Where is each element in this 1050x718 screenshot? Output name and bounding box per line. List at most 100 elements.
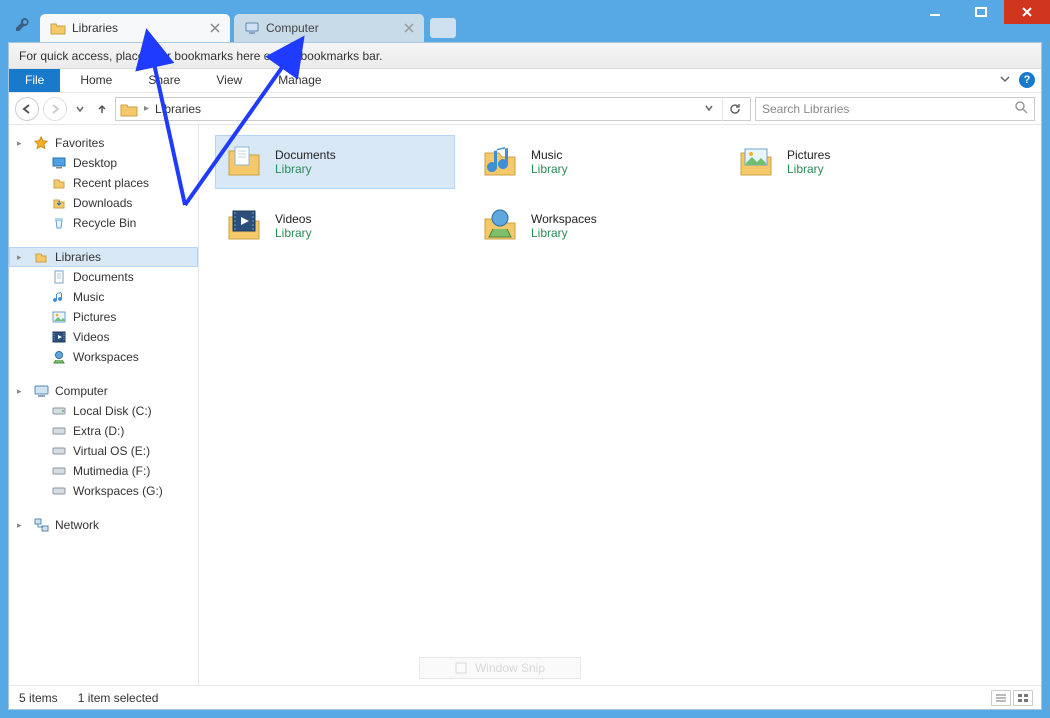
wrench-icon[interactable] bbox=[8, 8, 36, 42]
tree-label: Workspaces (G:) bbox=[73, 484, 163, 498]
library-name: Music bbox=[531, 148, 568, 162]
bookmarks-bar[interactable]: For quick access, place your bookmarks h… bbox=[9, 43, 1041, 69]
refresh-button[interactable] bbox=[722, 97, 746, 121]
tree-item-music[interactable]: Music bbox=[9, 287, 198, 307]
tree-group-computer: ▸ Computer Local Disk (C:) Extra (D:) bbox=[9, 381, 198, 501]
tree-group-network: ▸ Network bbox=[9, 515, 198, 535]
tree-item-drive-c[interactable]: Local Disk (C:) bbox=[9, 401, 198, 421]
ribbon: File Home Share View Manage ? bbox=[9, 69, 1041, 93]
tree-item-recent[interactable]: Recent places bbox=[9, 173, 198, 193]
chevron-down-icon[interactable] bbox=[999, 73, 1011, 88]
tree-item-desktop[interactable]: Desktop bbox=[9, 153, 198, 173]
content-pane[interactable]: Documents Library Music Library bbox=[199, 125, 1041, 685]
ribbon-tab-share[interactable]: Share bbox=[132, 69, 196, 92]
status-selected: 1 item selected bbox=[78, 691, 159, 705]
drive-icon bbox=[51, 423, 67, 439]
pictures-library-icon bbox=[735, 141, 777, 183]
tree-head-computer[interactable]: ▸ Computer bbox=[9, 381, 198, 401]
tree-label: Desktop bbox=[73, 156, 117, 170]
tree-head-libraries[interactable]: ▸ Libraries bbox=[9, 247, 198, 267]
tree-label: Mutimedia (F:) bbox=[73, 464, 150, 478]
address-dropdown-icon[interactable] bbox=[700, 102, 718, 116]
tab-computer[interactable]: Computer bbox=[234, 14, 424, 42]
new-tab-button[interactable] bbox=[430, 18, 456, 38]
tree-label: Videos bbox=[73, 330, 109, 344]
ribbon-tab-manage[interactable]: Manage bbox=[262, 69, 337, 92]
tree-item-workspaces[interactable]: Workspaces bbox=[9, 347, 198, 367]
videos-library-icon bbox=[223, 205, 265, 247]
forward-button[interactable] bbox=[43, 97, 67, 121]
tree-label: Documents bbox=[73, 270, 134, 284]
explorer-body: ▸ Favorites Desktop Recent places bbox=[9, 125, 1041, 685]
snip-icon bbox=[455, 662, 467, 674]
drive-icon bbox=[51, 463, 67, 479]
drive-icon bbox=[51, 403, 67, 419]
tree-item-videos[interactable]: Videos bbox=[9, 327, 198, 347]
window-controls bbox=[912, 0, 1050, 24]
view-details-button[interactable] bbox=[991, 690, 1011, 706]
drive-icon bbox=[51, 483, 67, 499]
ribbon-tab-file[interactable]: File bbox=[9, 69, 60, 92]
tab-label: Computer bbox=[266, 21, 319, 35]
tree-label: Extra (D:) bbox=[73, 424, 124, 438]
tree-label: Workspaces bbox=[73, 350, 139, 364]
tab-libraries[interactable]: Libraries bbox=[40, 14, 230, 42]
library-documents[interactable]: Documents Library bbox=[215, 135, 455, 189]
back-button[interactable] bbox=[15, 97, 39, 121]
search-input[interactable] bbox=[762, 102, 1028, 116]
tab-close-icon[interactable] bbox=[208, 21, 222, 35]
ghost-label: Window Snip bbox=[475, 661, 545, 675]
breadcrumb-box[interactable]: ▸ Libraries bbox=[115, 97, 751, 121]
library-sublabel: Library bbox=[531, 162, 568, 176]
history-dropdown[interactable] bbox=[71, 97, 89, 121]
music-icon bbox=[51, 289, 67, 305]
tree-head-favorites[interactable]: ▸ Favorites bbox=[9, 133, 198, 153]
explorer-pane: For quick access, place your bookmarks h… bbox=[8, 42, 1042, 710]
titlebar[interactable] bbox=[0, 0, 1050, 8]
pictures-icon bbox=[51, 309, 67, 325]
minimize-button[interactable] bbox=[912, 0, 958, 24]
view-tiles-button[interactable] bbox=[1013, 690, 1033, 706]
tree-item-drive-f[interactable]: Mutimedia (F:) bbox=[9, 461, 198, 481]
drive-icon bbox=[51, 443, 67, 459]
tree-label: Network bbox=[55, 518, 99, 532]
tab-close-icon[interactable] bbox=[402, 21, 416, 35]
ribbon-tab-view[interactable]: View bbox=[200, 69, 258, 92]
library-music[interactable]: Music Library bbox=[471, 135, 711, 189]
up-button[interactable] bbox=[93, 97, 111, 121]
close-button[interactable] bbox=[1004, 0, 1050, 24]
app-window: Libraries Computer For quick access, pla… bbox=[0, 0, 1050, 718]
library-pictures[interactable]: Pictures Library bbox=[727, 135, 967, 189]
libraries-icon bbox=[33, 249, 49, 265]
recycle-icon bbox=[51, 215, 67, 231]
tree-label: Downloads bbox=[73, 196, 132, 210]
library-workspaces[interactable]: Workspaces Library bbox=[471, 199, 711, 253]
tree-head-network[interactable]: ▸ Network bbox=[9, 515, 198, 535]
caret-icon: ▸ bbox=[17, 386, 27, 397]
tree-item-downloads[interactable]: Downloads bbox=[9, 193, 198, 213]
tree-item-recycle[interactable]: Recycle Bin bbox=[9, 213, 198, 233]
tree-group-libraries: ▸ Libraries Documents Music Pictur bbox=[9, 247, 198, 367]
library-name: Documents bbox=[275, 148, 336, 162]
caret-icon: ▸ bbox=[17, 138, 27, 149]
caret-icon: ▸ bbox=[17, 520, 27, 531]
tree-item-documents[interactable]: Documents bbox=[9, 267, 198, 287]
help-icon[interactable]: ? bbox=[1019, 72, 1035, 88]
search-box[interactable] bbox=[755, 97, 1035, 121]
star-icon bbox=[33, 135, 49, 151]
ribbon-tab-home[interactable]: Home bbox=[64, 69, 128, 92]
tree-label: Recent places bbox=[73, 176, 149, 190]
tree-item-drive-e[interactable]: Virtual OS (E:) bbox=[9, 441, 198, 461]
address-bar: ▸ Libraries bbox=[9, 93, 1041, 125]
library-sublabel: Library bbox=[787, 162, 830, 176]
breadcrumb[interactable]: Libraries bbox=[155, 102, 201, 116]
tree-label: Virtual OS (E:) bbox=[73, 444, 150, 458]
tree-item-drive-g[interactable]: Workspaces (G:) bbox=[9, 481, 198, 501]
tree-item-drive-d[interactable]: Extra (D:) bbox=[9, 421, 198, 441]
computer-icon bbox=[244, 20, 260, 36]
library-videos[interactable]: Videos Library bbox=[215, 199, 455, 253]
maximize-button[interactable] bbox=[958, 0, 1004, 24]
library-name: Pictures bbox=[787, 148, 830, 162]
computer-icon bbox=[33, 383, 49, 399]
tree-item-pictures[interactable]: Pictures bbox=[9, 307, 198, 327]
